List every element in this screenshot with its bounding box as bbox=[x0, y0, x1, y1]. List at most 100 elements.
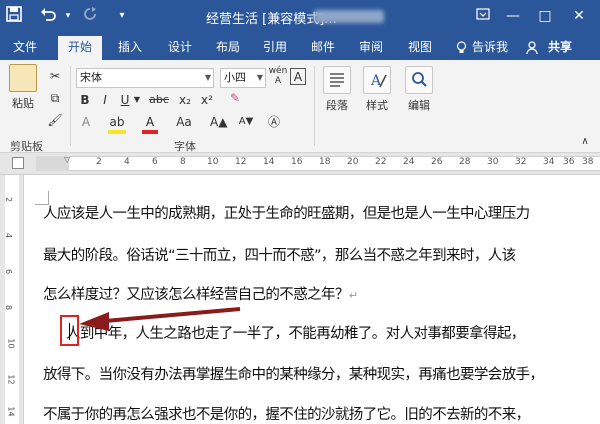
ruler-tick: 34 bbox=[543, 157, 555, 167]
styles-icon: A bbox=[363, 66, 391, 94]
document-line[interactable]: 最大的阶段。俗话说“三十而立，四十而不惑”，那么当不惑之年到来时，人该 bbox=[43, 244, 516, 265]
lightbulb-icon[interactable] bbox=[452, 34, 470, 60]
shrink-font-icon[interactable]: A▼ bbox=[238, 114, 254, 130]
save-icon[interactable] bbox=[4, 6, 24, 27]
copy-icon[interactable]: ⧉ bbox=[46, 90, 64, 106]
document-line[interactable]: 不属于你的再怎么强求也不是你的，握不住的沙就扬了它。旧的不去新的不来， bbox=[43, 403, 530, 424]
clipboard-icon bbox=[9, 64, 37, 92]
chevron-down-icon[interactable]: ▼ bbox=[257, 69, 263, 87]
minimize-button[interactable]: — bbox=[500, 4, 526, 28]
font-name-value: 宋体 bbox=[80, 71, 102, 84]
ruler-tick: 28 bbox=[459, 157, 471, 167]
chevron-down-icon[interactable]: ▼ bbox=[205, 69, 211, 87]
share-button[interactable]: 共享 bbox=[540, 34, 580, 60]
character-border-button[interactable]: A bbox=[290, 68, 306, 85]
enclose-characters-icon[interactable]: Ⓐ bbox=[266, 114, 282, 130]
ruler-tick: 24 bbox=[403, 157, 415, 167]
vruler-tick: 2 bbox=[4, 196, 14, 203]
vruler-tick: 12 bbox=[6, 374, 16, 385]
tab-review[interactable]: 审阅 bbox=[351, 34, 391, 60]
ribbon: 粘贴 ✂ ⧉ 🖌 剪贴板 宋体 ▼ 小四 ▼ wén A A B I U ▼ a… bbox=[0, 60, 600, 153]
document-line[interactable]: 怎么样度过？又应该怎么样经营自己的不惑之年？↵ bbox=[43, 283, 358, 304]
tab-mailings[interactable]: 邮件 bbox=[303, 34, 343, 60]
superscript-button[interactable]: x² bbox=[198, 92, 216, 108]
format-painter-icon[interactable]: 🖌 bbox=[46, 112, 64, 128]
horizontal-ruler[interactable]: ▽ 2 4 6 8 10 12 14 16 18 20 22 24 26 28 … bbox=[0, 153, 600, 175]
font-color-button[interactable]: A bbox=[142, 114, 158, 134]
font-size-combo[interactable]: 小四 ▼ bbox=[220, 68, 266, 88]
paragraph-label: 段落 bbox=[326, 99, 348, 112]
blurred-username bbox=[314, 10, 384, 23]
ruler-tick: 30 bbox=[487, 157, 499, 167]
menu-bar: 文件 开始 插入 设计 布局 引用 邮件 审阅 视图 告诉我 共享 bbox=[0, 34, 600, 60]
tab-insert[interactable]: 插入 bbox=[110, 34, 150, 60]
highlight-button[interactable]: ab bbox=[108, 114, 126, 134]
paste-button[interactable]: 粘贴 bbox=[6, 64, 40, 111]
document-line-text: 怎么样度过？又应该怎么样经营自己的不惑之年？ bbox=[43, 287, 349, 303]
redo-icon[interactable] bbox=[80, 6, 100, 27]
title-bar: ▾ ▾ 经营生活 [兼容模式]... — □ ✕ bbox=[0, 0, 600, 34]
ruler-tick: 32 bbox=[515, 157, 527, 167]
cut-icon[interactable]: ✂ bbox=[46, 68, 64, 84]
change-case-button[interactable]: Aa bbox=[172, 114, 196, 130]
tab-references[interactable]: 引用 bbox=[255, 34, 295, 60]
ruler-tick: 22 bbox=[375, 157, 387, 167]
underline-button[interactable]: U bbox=[118, 92, 132, 108]
undo-icon[interactable] bbox=[38, 6, 58, 27]
document-area[interactable]: 人应该是人一生中的成熟期，正处于生命的旺盛期，但是也是人一生中心理压力 最大的阶… bbox=[25, 175, 600, 424]
ruler-tick: 6 bbox=[152, 157, 158, 167]
ruler-tick: 18 bbox=[319, 157, 331, 167]
ruler-tick: 12 bbox=[235, 157, 247, 167]
undo-dropdown-icon[interactable]: ▾ bbox=[58, 6, 78, 26]
editing-label: 编辑 bbox=[408, 99, 430, 112]
editing-button[interactable]: 编辑 bbox=[402, 66, 436, 113]
grow-font-icon[interactable]: A▲ bbox=[210, 114, 227, 130]
subscript-button[interactable]: x₂ bbox=[176, 92, 194, 108]
person-icon[interactable] bbox=[524, 34, 540, 60]
clear-formatting-icon[interactable]: ✎ bbox=[226, 90, 244, 106]
styles-button[interactable]: A 样式 bbox=[360, 66, 394, 113]
search-icon bbox=[405, 66, 433, 94]
ruler-tick: 2 bbox=[96, 157, 102, 167]
tab-view[interactable]: 视图 bbox=[400, 34, 440, 60]
vertical-ruler[interactable]: 2 4 6 8 10 12 14 bbox=[0, 175, 24, 424]
paragraph-button[interactable]: 段落 bbox=[320, 66, 354, 113]
annotation-arrow-icon bbox=[79, 307, 241, 331]
italic-button[interactable]: I bbox=[98, 92, 112, 108]
bold-button[interactable]: B bbox=[78, 92, 92, 108]
styles-label: 样式 bbox=[366, 99, 388, 112]
ruler-tick: 26 bbox=[431, 157, 443, 167]
font-group-label: 字体 bbox=[174, 140, 196, 153]
vruler-tick: 14 bbox=[6, 406, 16, 417]
close-button[interactable]: ✕ bbox=[566, 4, 592, 28]
document-line[interactable]: 放得下。当你没有办法再掌握生命中的某种缘分，某种现实，再痛也要学会放手， bbox=[43, 363, 544, 384]
chevron-down-icon[interactable]: ▼ bbox=[132, 92, 142, 108]
text-cursor bbox=[69, 323, 70, 340]
phonetic-guide-button[interactable]: wén A bbox=[268, 66, 288, 86]
ribbon-display-icon[interactable] bbox=[470, 4, 496, 28]
divider bbox=[70, 66, 71, 146]
document-line[interactable]: 人应该是人一生中的成熟期，正处于生命的旺盛期，但是也是人一生中心理压力 bbox=[43, 202, 530, 223]
indent-marker-icon[interactable]: ▽ bbox=[64, 155, 70, 164]
paste-label: 粘贴 bbox=[12, 97, 34, 110]
clipboard-group-label: 剪贴板 bbox=[10, 140, 43, 153]
vruler-tick: 8 bbox=[4, 304, 14, 311]
font-name-combo[interactable]: 宋体 ▼ bbox=[76, 68, 214, 88]
ruler-tick: 4 bbox=[124, 157, 130, 167]
ruler-tick: 38 bbox=[582, 157, 594, 167]
tab-design[interactable]: 设计 bbox=[160, 34, 200, 60]
tab-home[interactable]: 开始 bbox=[58, 36, 102, 60]
text-effects-button[interactable]: A bbox=[78, 114, 94, 130]
divider bbox=[314, 66, 315, 146]
vruler-tick: 10 bbox=[6, 338, 16, 349]
strikethrough-button[interactable]: abc bbox=[146, 92, 172, 108]
maximize-button[interactable]: □ bbox=[532, 4, 558, 28]
tell-me-search[interactable]: 告诉我 bbox=[470, 34, 510, 60]
ruler-tick: 20 bbox=[347, 157, 359, 167]
customize-toolbar-icon[interactable]: ▾ bbox=[112, 6, 132, 26]
vruler-strip bbox=[5, 175, 19, 424]
tab-file[interactable]: 文件 bbox=[4, 34, 46, 60]
collapse-ribbon-icon[interactable]: ∧ bbox=[578, 134, 592, 150]
tab-selector[interactable] bbox=[12, 157, 24, 169]
tab-layout[interactable]: 布局 bbox=[208, 34, 248, 60]
